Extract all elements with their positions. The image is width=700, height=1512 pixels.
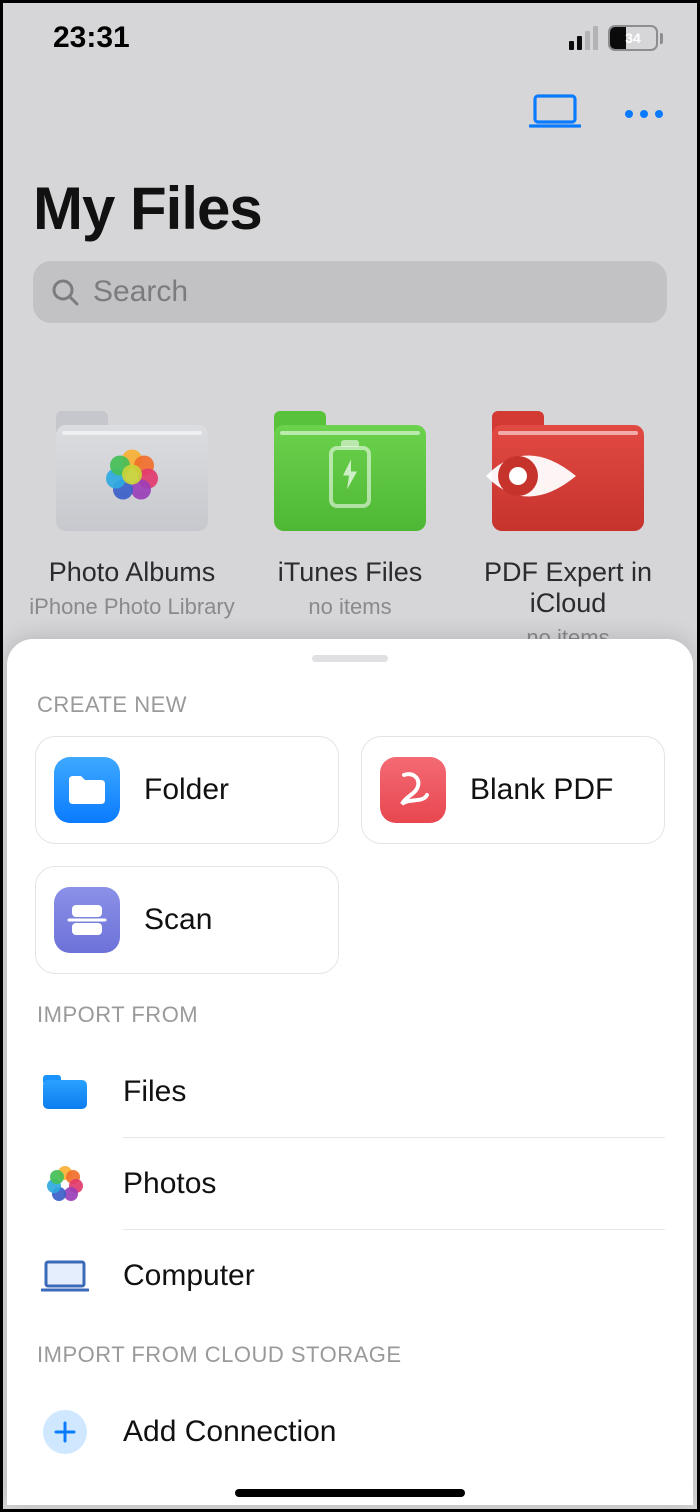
device-frame: 23:31 34 My Files — [0, 0, 700, 1512]
pdf-icon — [380, 757, 446, 823]
status-bar: 23:31 34 — [3, 3, 697, 73]
create-blank-pdf-button[interactable]: Blank PDF — [361, 736, 665, 844]
row-label: Add Connection — [123, 1386, 665, 1478]
folder-title: iTunes Files — [278, 557, 423, 588]
import-computer-button[interactable]: Computer — [41, 1230, 665, 1322]
page-title: My Files — [3, 144, 697, 261]
more-menu-icon[interactable] — [625, 110, 663, 118]
folder-icon — [56, 411, 208, 531]
battery-charging-icon — [329, 446, 371, 508]
sheet-grabber[interactable] — [312, 655, 388, 662]
section-cloud-label: IMPORT FROM CLOUD STORAGE — [37, 1342, 665, 1368]
folder-subtitle: no items — [308, 594, 391, 620]
status-right: 34 — [569, 25, 663, 51]
add-connection-button[interactable]: Add Connection — [41, 1386, 665, 1478]
row-label: Photos — [123, 1138, 665, 1230]
import-list: Files P — [35, 1046, 665, 1322]
row-label: Computer — [123, 1230, 665, 1322]
create-folder-button[interactable]: Folder — [35, 736, 339, 844]
folder-subtitle: iPhone Photo Library — [29, 594, 234, 620]
folder-pdf-expert-icloud[interactable]: PDF Expert in iCloud no items — [463, 411, 673, 651]
status-time: 23:31 — [53, 21, 130, 55]
create-new-grid: Folder Blank PDF Scan — [35, 736, 665, 974]
connect-computer-icon[interactable] — [529, 93, 581, 134]
scanner-icon — [54, 887, 120, 953]
folder-title: PDF Expert in iCloud — [463, 557, 673, 619]
search-icon — [51, 278, 79, 306]
plus-icon — [41, 1410, 89, 1454]
pdf-expert-eye-icon — [486, 441, 596, 516]
cloud-list: Add Connection — [35, 1386, 665, 1478]
create-scan-button[interactable]: Scan — [35, 866, 339, 974]
photos-flower-icon — [103, 447, 161, 510]
tile-label: Blank PDF — [470, 773, 613, 807]
cellular-signal-icon — [569, 26, 598, 50]
folder-title: Photo Albums — [49, 557, 216, 588]
photos-app-icon — [41, 1162, 89, 1206]
import-photos-button[interactable]: Photos — [41, 1138, 665, 1230]
tile-label: Folder — [144, 773, 229, 807]
import-files-button[interactable]: Files — [41, 1046, 665, 1138]
files-app-icon — [41, 1075, 89, 1109]
tile-label: Scan — [144, 903, 212, 937]
search-placeholder: Search — [93, 275, 188, 309]
search-input[interactable]: Search — [33, 261, 667, 323]
action-sheet: CREATE NEW Folder Blank PDF — [7, 639, 693, 1505]
battery-icon: 34 — [608, 25, 663, 51]
folders-grid: Photo Albums iPhone Photo Library iTunes… — [3, 323, 697, 651]
folder-icon — [274, 411, 426, 531]
folder-icon — [492, 411, 644, 531]
home-indicator[interactable] — [235, 1489, 465, 1497]
folder-photo-albums[interactable]: Photo Albums iPhone Photo Library — [27, 411, 237, 651]
section-create-new-label: CREATE NEW — [37, 692, 665, 718]
folder-itunes-files[interactable]: iTunes Files no items — [245, 411, 455, 651]
row-label: Files — [123, 1046, 665, 1138]
section-import-label: IMPORT FROM — [37, 1002, 665, 1028]
computer-icon — [41, 1259, 89, 1293]
folder-icon — [54, 757, 120, 823]
toolbar — [3, 73, 697, 144]
